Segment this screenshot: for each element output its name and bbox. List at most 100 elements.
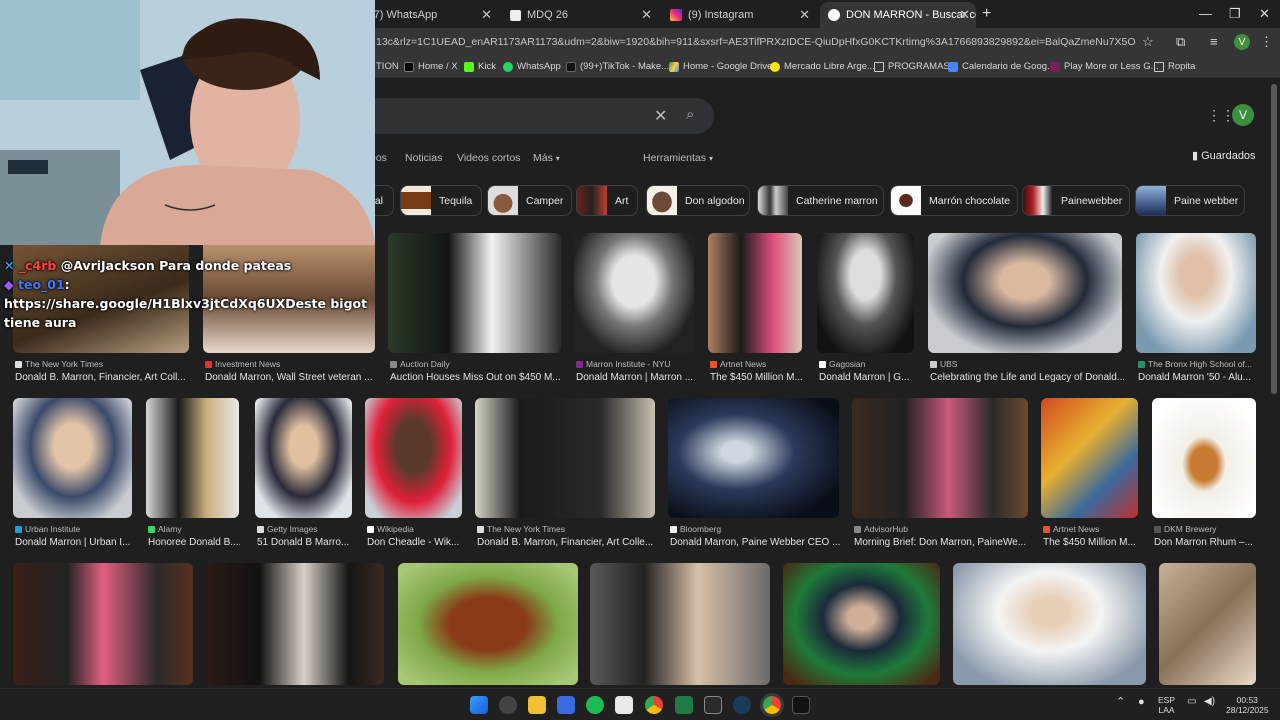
image-result[interactable]: Marron Institute - NYU Donald Marron | M… bbox=[574, 233, 694, 383]
filter-chip[interactable]: Camper bbox=[487, 185, 572, 216]
close-icon[interactable]: ✕ bbox=[799, 7, 810, 23]
result-title[interactable]: Morning Brief: Don Marron, PaineWe... bbox=[854, 537, 1028, 548]
result-title[interactable]: 51 Donald B Marro... bbox=[257, 537, 352, 548]
extensions-icon[interactable]: ⧉ bbox=[1176, 34, 1185, 50]
result-title[interactable]: Donald Marron, Paine Webber CEO ... bbox=[670, 537, 840, 548]
clock[interactable]: 00:53 28/12/2025 bbox=[1226, 695, 1269, 715]
image-result[interactable]: Getty Images 51 Donald B Marro... bbox=[255, 398, 352, 548]
filter-chip[interactable]: Paine webber bbox=[1135, 185, 1245, 216]
windows-start-icon[interactable] bbox=[470, 696, 488, 714]
result-title[interactable]: Donald B. Marron, Financier, Art Coll... bbox=[15, 372, 189, 383]
result-title[interactable]: Honoree Donald B.... bbox=[148, 537, 240, 548]
tab-google-search[interactable]: DON MARRON - Buscar con Go ✕ bbox=[820, 2, 976, 28]
tab-short-videos[interactable]: Videos cortos bbox=[457, 152, 520, 164]
bookmark[interactable]: Play More or Less G... bbox=[1050, 61, 1159, 72]
epic-games-icon[interactable] bbox=[704, 696, 722, 714]
bookmark-folder[interactable]: Ropita bbox=[1154, 61, 1195, 72]
store-icon[interactable] bbox=[557, 696, 575, 714]
image-result[interactable]: The Bronx High School of... Donald Marro… bbox=[1136, 233, 1256, 383]
close-icon[interactable]: ✕ bbox=[959, 7, 970, 23]
result-title[interactable]: Donald Marron | G... bbox=[819, 372, 914, 383]
bookmark[interactable]: Kick bbox=[464, 61, 496, 72]
image-result-thumbnail[interactable] bbox=[13, 563, 193, 685]
image-result-thumbnail[interactable] bbox=[783, 563, 940, 685]
close-window-icon[interactable]: ✕ bbox=[1259, 6, 1270, 22]
image-result[interactable]: Bloomberg Donald Marron, Paine Webber CE… bbox=[668, 398, 840, 548]
bookmark[interactable]: TION bbox=[376, 61, 399, 72]
tools-button[interactable]: Herramientas ▾ bbox=[643, 152, 713, 164]
image-result[interactable]: DKM Brewery Don Marron Rhum –... bbox=[1152, 398, 1256, 548]
bookmark[interactable]: Mercado Libre Arge... bbox=[770, 61, 875, 72]
filter-chip[interactable]: Tequila bbox=[400, 185, 482, 216]
steam-icon[interactable] bbox=[733, 696, 751, 714]
file-explorer-icon[interactable] bbox=[528, 696, 546, 714]
image-result-thumbnail[interactable] bbox=[1159, 563, 1256, 685]
image-result[interactable]: Auction Daily Auction Houses Miss Out on… bbox=[388, 233, 561, 383]
bookmark[interactable]: Home / X bbox=[404, 61, 458, 72]
profile-avatar[interactable]: V bbox=[1234, 34, 1250, 50]
volume-icon[interactable]: ◀) bbox=[1204, 697, 1215, 707]
bookmark[interactable]: Calendario de Goog... bbox=[948, 61, 1055, 72]
image-result[interactable]: UBS Celebrating the Life and Legacy of D… bbox=[928, 233, 1124, 383]
image-result[interactable]: The New York Times Donald B. Marron, Fin… bbox=[475, 398, 655, 548]
close-icon[interactable]: ✕ bbox=[481, 7, 492, 23]
image-result-thumbnail[interactable] bbox=[398, 563, 578, 685]
star-icon[interactable]: ☆ bbox=[1142, 34, 1154, 50]
search-box[interactable]: ✕ ⌕ bbox=[330, 98, 714, 134]
bookmark[interactable]: WhatsApp bbox=[503, 61, 561, 72]
result-title[interactable]: The $450 Million M... bbox=[710, 372, 802, 383]
result-title[interactable]: Don Cheadle - Wik... bbox=[367, 537, 462, 548]
new-tab-button[interactable]: + bbox=[982, 5, 991, 23]
excel-icon[interactable] bbox=[675, 696, 693, 714]
tab-mdq[interactable]: MDQ 26 ✕ bbox=[502, 4, 660, 26]
chevron-up-icon[interactable]: ⌃ bbox=[1116, 697, 1125, 708]
result-title[interactable]: Don Marron Rhum –... bbox=[1154, 537, 1256, 548]
filter-chip[interactable]: Painewebber bbox=[1022, 185, 1130, 216]
filter-chip[interactable]: Art bbox=[576, 185, 638, 216]
result-title[interactable]: Donald Marron '50 - Alu... bbox=[1138, 372, 1256, 383]
tab-news[interactable]: Noticias bbox=[405, 152, 442, 164]
image-result-thumbnail[interactable] bbox=[953, 563, 1146, 685]
network-icon[interactable]: ▭ bbox=[1187, 697, 1196, 707]
result-title[interactable]: Celebrating the Life and Legacy of Donal… bbox=[930, 372, 1124, 383]
filter-chip[interactable]: Marrón chocolate bbox=[890, 185, 1018, 216]
account-avatar[interactable]: V bbox=[1232, 104, 1254, 126]
bookmark[interactable]: (99+)TikTok - Make... bbox=[566, 61, 669, 72]
result-title[interactable]: Auction Houses Miss Out on $450 M... bbox=[390, 372, 561, 383]
result-title[interactable]: Donald Marron | Marron ... bbox=[576, 372, 694, 383]
media-icon[interactable]: ≡ bbox=[1210, 34, 1218, 49]
image-result[interactable]: AdvisorHub Morning Brief: Don Marron, Pa… bbox=[852, 398, 1028, 548]
image-result-thumbnail[interactable] bbox=[590, 563, 770, 685]
capcut-icon[interactable] bbox=[615, 696, 633, 714]
tiktok-icon[interactable] bbox=[792, 696, 810, 714]
saved-button[interactable]: ▮ Guardados bbox=[1192, 149, 1256, 162]
filter-chip[interactable]: Don algodon bbox=[646, 185, 750, 216]
image-result[interactable]: Gagosian Donald Marron | G... bbox=[817, 233, 914, 383]
clear-icon[interactable]: ✕ bbox=[654, 106, 667, 126]
chrome-active-icon[interactable] bbox=[760, 693, 784, 717]
result-title[interactable]: Donald Marron | Urban I... bbox=[15, 537, 133, 548]
url-field[interactable]: 13c&rlz=1C1UEAD_enAR1173AR1173&udm=2&biw… bbox=[376, 36, 1136, 48]
image-result[interactable]: Artnet News The $450 Million M... bbox=[708, 233, 802, 383]
bookmark-folder[interactable]: PROGRAMAS bbox=[874, 61, 950, 72]
image-result[interactable]: Wikipedia Don Cheadle - Wik... bbox=[365, 398, 462, 548]
result-title[interactable]: Donald Marron, Wall Street veteran ... bbox=[205, 372, 373, 383]
search-icon[interactable] bbox=[499, 696, 517, 714]
menu-icon[interactable]: ⋮ bbox=[1260, 34, 1273, 50]
result-title[interactable]: Donald B. Marron, Financier, Art Colle..… bbox=[477, 537, 655, 548]
filter-chip[interactable]: Catherine marron bbox=[757, 185, 884, 216]
spotify-icon[interactable] bbox=[586, 696, 604, 714]
scrollbar-thumb[interactable] bbox=[1271, 84, 1277, 394]
microphone-icon[interactable]: ● bbox=[1138, 697, 1145, 708]
image-result[interactable]: Urban Institute Donald Marron | Urban I.… bbox=[13, 398, 133, 548]
language-indicator[interactable]: ESP LAA bbox=[1158, 695, 1175, 715]
chrome-icon[interactable] bbox=[645, 696, 663, 714]
search-icon[interactable]: ⌕ bbox=[686, 106, 694, 123]
result-title[interactable]: The $450 Million M... bbox=[1043, 537, 1138, 548]
bookmark[interactable]: Home - Google Drive bbox=[669, 61, 772, 72]
image-result-thumbnail[interactable] bbox=[206, 563, 384, 685]
maximize-icon[interactable]: ❐ bbox=[1229, 6, 1241, 22]
close-icon[interactable]: ✕ bbox=[641, 7, 652, 23]
image-result[interactable]: Alamy Honoree Donald B.... bbox=[146, 398, 240, 548]
image-result[interactable]: Artnet News The $450 Million M... bbox=[1041, 398, 1138, 548]
